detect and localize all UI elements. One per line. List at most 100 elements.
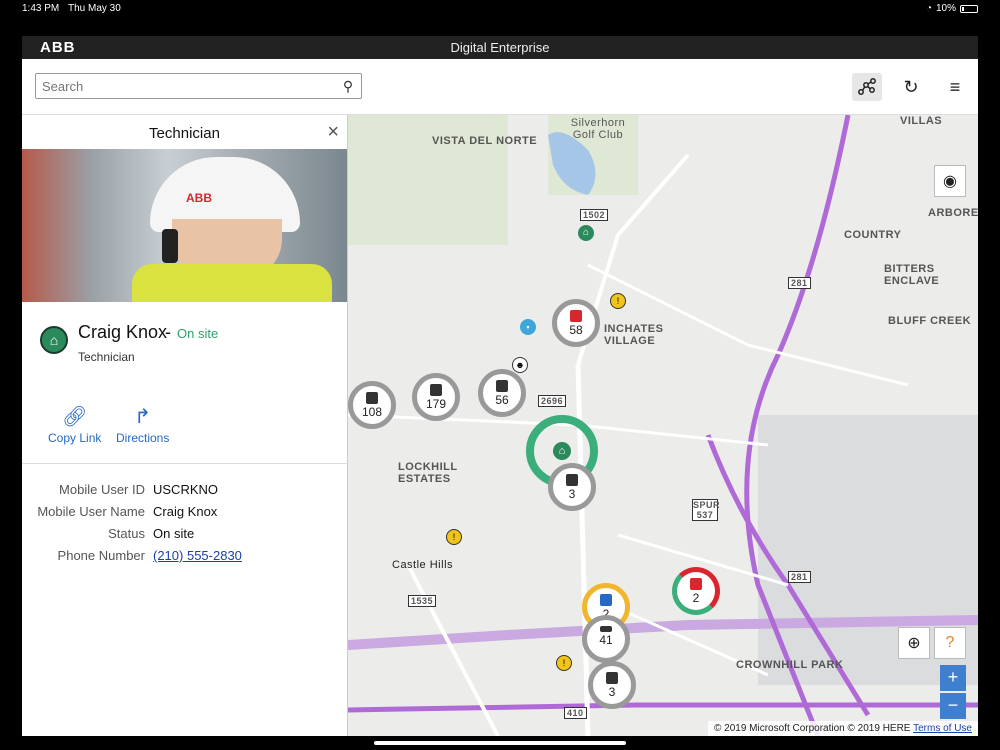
map-label: Silverhorn Golf Club <box>570 117 626 141</box>
home-indicator[interactable] <box>374 741 626 745</box>
building-icon <box>566 474 578 486</box>
action-bar: 🔗︎ Copy Link ↱ Directions <box>22 382 347 464</box>
road-shield: 1535 <box>408 595 437 607</box>
cluster-count: 3 <box>608 685 616 699</box>
title-bar: ABB Digital Enterprise <box>22 36 978 59</box>
road-shield: 281 <box>788 571 811 583</box>
map-label: Castle Hills <box>392 559 454 571</box>
close-icon[interactable]: × <box>327 121 339 144</box>
home-icon: ⌂ <box>40 326 68 354</box>
directions-button[interactable]: ↱ Directions <box>116 404 169 445</box>
home-icon[interactable]: ⌂ <box>578 225 594 241</box>
locate-button[interactable]: ⊕ <box>898 627 930 659</box>
visibility-button[interactable]: ◉ <box>934 165 966 197</box>
link-icon: 🔗︎ <box>61 406 88 428</box>
search-icon[interactable]: ⚲ <box>335 78 361 95</box>
building-icon <box>430 384 442 396</box>
route-network-button[interactable] <box>852 73 882 101</box>
help-icon: ? <box>945 634 955 651</box>
warning-icon[interactable]: ! <box>610 293 626 309</box>
network-icon <box>858 78 876 95</box>
toolbar: ⚲ ↻ ≡ <box>22 59 978 115</box>
copy-link-button[interactable]: 🔗︎ Copy Link <box>48 404 101 445</box>
energy-icon <box>600 594 612 606</box>
phone-shape <box>162 229 178 263</box>
refresh-button[interactable]: ↻ <box>896 73 926 101</box>
status-badge: On site <box>177 326 219 341</box>
building-icon <box>606 672 618 684</box>
building-icon <box>496 380 508 392</box>
home-icon: ⌂ <box>553 442 571 460</box>
status-time: 1:43 PM <box>22 3 60 14</box>
helmet-logo: ABB <box>186 191 212 205</box>
map-cluster[interactable]: 41 <box>582 615 630 663</box>
detail-key: Mobile User Name <box>37 504 145 519</box>
map-label: VISTA DEL NORTE <box>432 135 538 147</box>
detail-row: Status On site <box>22 526 347 541</box>
search-input[interactable] <box>36 78 335 94</box>
truck-icon[interactable]: ▪ <box>520 319 536 335</box>
technician-role: Technician <box>78 350 135 364</box>
building-icon <box>366 392 378 404</box>
search-box: ⚲ <box>35 73 362 99</box>
map-cluster[interactable]: 58 <box>552 299 600 347</box>
map-cluster[interactable]: 3 <box>548 463 596 511</box>
app-window: ABB Digital Enterprise ⚲ ↻ ≡ Technician … <box>22 36 978 736</box>
road-shield: SPUR 537 <box>692 499 721 521</box>
battery-percent: 10% <box>935 3 956 14</box>
detail-row: Mobile User Name Craig Knox <box>22 504 347 519</box>
help-button[interactable]: ? <box>934 627 966 659</box>
map-cluster[interactable]: 108 <box>348 381 396 429</box>
map-label: LOCKHILL ESTATES <box>398 461 458 485</box>
map-view[interactable]: Silverhorn Golf Club VISTA DEL NORTE VIL… <box>348 115 978 736</box>
cluster-count: 2 <box>692 591 700 605</box>
technician-photo: ABB <box>22 149 347 302</box>
detail-value: Craig Knox <box>153 504 218 519</box>
directions-label: Directions <box>116 431 170 445</box>
road-shield: 1502 <box>580 209 609 221</box>
zoom-in-button[interactable]: + <box>940 665 966 691</box>
map-cluster[interactable]: 2 <box>672 567 720 615</box>
map-label: CROWNHILL PARK <box>736 659 844 671</box>
warning-icon[interactable]: ! <box>556 655 572 671</box>
directions-icon: ↱ <box>134 406 152 428</box>
compass-icon: ⊕ <box>907 635 921 652</box>
detail-key: Status <box>108 526 145 541</box>
alert-icon <box>570 310 582 322</box>
road-shield: 2696 <box>538 395 567 407</box>
refresh-icon: ↻ <box>903 76 919 97</box>
tool-icon[interactable]: ☻ <box>512 357 528 373</box>
truck-icon <box>690 578 702 590</box>
map-cluster[interactable]: 3 <box>588 661 636 709</box>
menu-button[interactable]: ≡ <box>940 73 970 101</box>
road-shield: 410 <box>564 707 587 719</box>
status-date: Thu May 30 <box>68 3 121 14</box>
detail-key: Mobile User ID <box>59 482 145 497</box>
map-label: ARBORETA <box>928 207 978 219</box>
app-title: Digital Enterprise <box>450 40 550 55</box>
details-list: Mobile User ID USCRKNO Mobile User Name … <box>22 464 347 563</box>
eye-icon: ◉ <box>943 173 957 190</box>
name-status-separator: - <box>165 322 171 342</box>
panel-title: Technician <box>149 125 220 142</box>
map-label: BLUFF CREEK <box>888 315 972 327</box>
cluster-count: 3 <box>568 487 576 501</box>
phone-link[interactable]: (210) 555-2830 <box>153 548 242 563</box>
cluster-count: 41 <box>599 633 613 647</box>
map-label: INCHATES VILLAGE <box>604 323 664 347</box>
map-cluster[interactable]: 179 <box>412 373 460 421</box>
technician-name: Craig Knox <box>78 322 168 342</box>
terms-link[interactable]: Terms of Use <box>913 723 972 734</box>
cluster-count: 108 <box>361 405 383 419</box>
vest-shape <box>132 264 332 302</box>
status-right: ◔ 10% <box>926 3 978 14</box>
zoom-out-button[interactable]: − <box>940 693 966 719</box>
panel-header: Technician × <box>22 115 347 149</box>
map-cluster[interactable]: 56 <box>478 369 526 417</box>
map-attribution: © 2019 Microsoft Corporation © 2019 HERE… <box>707 721 978 736</box>
map-roads <box>348 115 978 736</box>
warning-icon[interactable]: ! <box>446 529 462 545</box>
person-summary: ⌂ Craig Knox - On site Technician <box>22 302 347 382</box>
ios-status-bar: 1:43 PM Thu May 30 ◔ 10% <box>0 0 1000 17</box>
wifi-icon: ◔ <box>925 3 932 14</box>
